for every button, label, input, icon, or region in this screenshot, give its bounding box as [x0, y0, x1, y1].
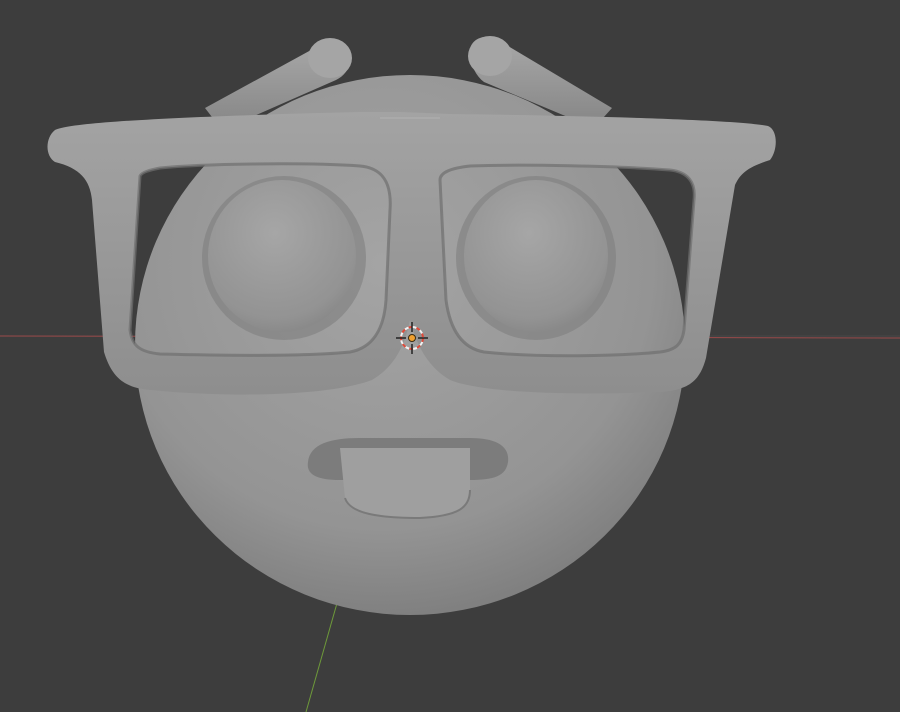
3d-viewport[interactable] [0, 0, 900, 712]
left-eye[interactable] [202, 176, 366, 340]
right-eye[interactable] [456, 176, 616, 340]
